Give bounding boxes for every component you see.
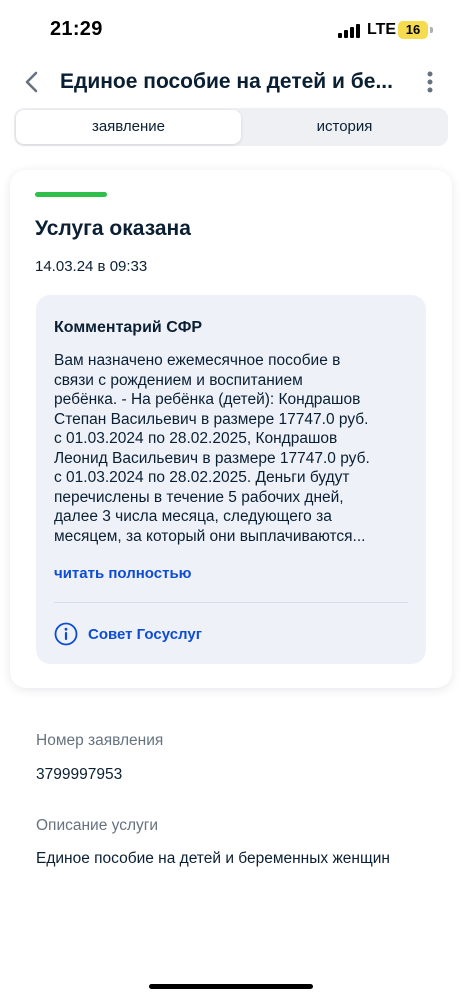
tab-application[interactable]: заявление bbox=[16, 110, 241, 144]
battery-level: 16 bbox=[405, 22, 421, 37]
comment-line: Вам назначено ежемесячное пособие в bbox=[54, 352, 341, 369]
status-indicator-bar bbox=[35, 192, 107, 197]
comment-line: связи с рождением и воспитанием bbox=[54, 371, 303, 389]
application-screen: 21:29 LTE 16 Единое пособие на детей и б… bbox=[0, 0, 462, 1000]
comment-panel: Комментарий СФР Вам назначено ежемесячно… bbox=[36, 295, 426, 664]
status-time: 21:29 bbox=[50, 18, 103, 40]
info-circle-icon bbox=[54, 622, 78, 646]
chevron-left-icon[interactable] bbox=[20, 68, 44, 96]
comment-line: перечислены в течение 5 рабочих дней, bbox=[54, 488, 344, 506]
home-indicator[interactable] bbox=[149, 984, 313, 989]
cellular-signal-icon bbox=[338, 23, 360, 38]
app-header: Единое пособие на детей и бе... bbox=[0, 56, 462, 108]
read-more-link[interactable]: читать полностью bbox=[54, 565, 191, 582]
battery-icon: 16 bbox=[398, 21, 428, 39]
application-status-card: Услуга оказана 14.03.24 в 09:33 Коммента… bbox=[10, 170, 452, 688]
comment-line: месяцем, за который они выплачиваются... bbox=[54, 527, 366, 545]
comment-line: ребёнка. - На ребёнка (детей): Кондрашов bbox=[54, 391, 361, 408]
comment-line: с 01.03.2024 по 28.02.2025, Кондрашов bbox=[54, 430, 338, 447]
comment-line: Степан Васильевич в размере 17747.0 руб. bbox=[54, 410, 369, 428]
application-number-label: Номер заявления bbox=[36, 732, 164, 749]
comment-line: с 01.03.2024 по 28.02.2025. Деньги будут bbox=[54, 469, 350, 486]
page-title: Единое пособие на детей и бе... bbox=[60, 70, 393, 93]
application-number-value: 3799997953 bbox=[36, 766, 123, 783]
service-description-label: Описание услуги bbox=[36, 817, 159, 834]
comment-text: Вам назначено ежемесячное пособие в связ… bbox=[54, 351, 410, 546]
status-datetime: 14.03.24 в 09:33 bbox=[35, 258, 148, 275]
service-description-value: Единое пособие на детей и беременных жен… bbox=[36, 850, 390, 867]
advice-label: Совет Госуслуг bbox=[88, 626, 202, 643]
comment-title: Комментарий СФР bbox=[54, 319, 203, 336]
battery-cap bbox=[430, 27, 433, 33]
status-title: Услуга оказана bbox=[35, 217, 191, 240]
vertical-dots-icon[interactable] bbox=[420, 68, 440, 96]
segmented-tabs: заявление история bbox=[14, 108, 448, 146]
tab-history[interactable]: история bbox=[243, 110, 446, 144]
divider bbox=[54, 602, 408, 603]
network-type: LTE bbox=[367, 21, 397, 38]
comment-line: Леонид Васильевич в размере 17747.0 руб. bbox=[54, 449, 370, 467]
status-bar: 21:29 LTE 16 bbox=[0, 0, 462, 56]
comment-line: далее 3 числа месяца, следующего за bbox=[54, 508, 332, 525]
